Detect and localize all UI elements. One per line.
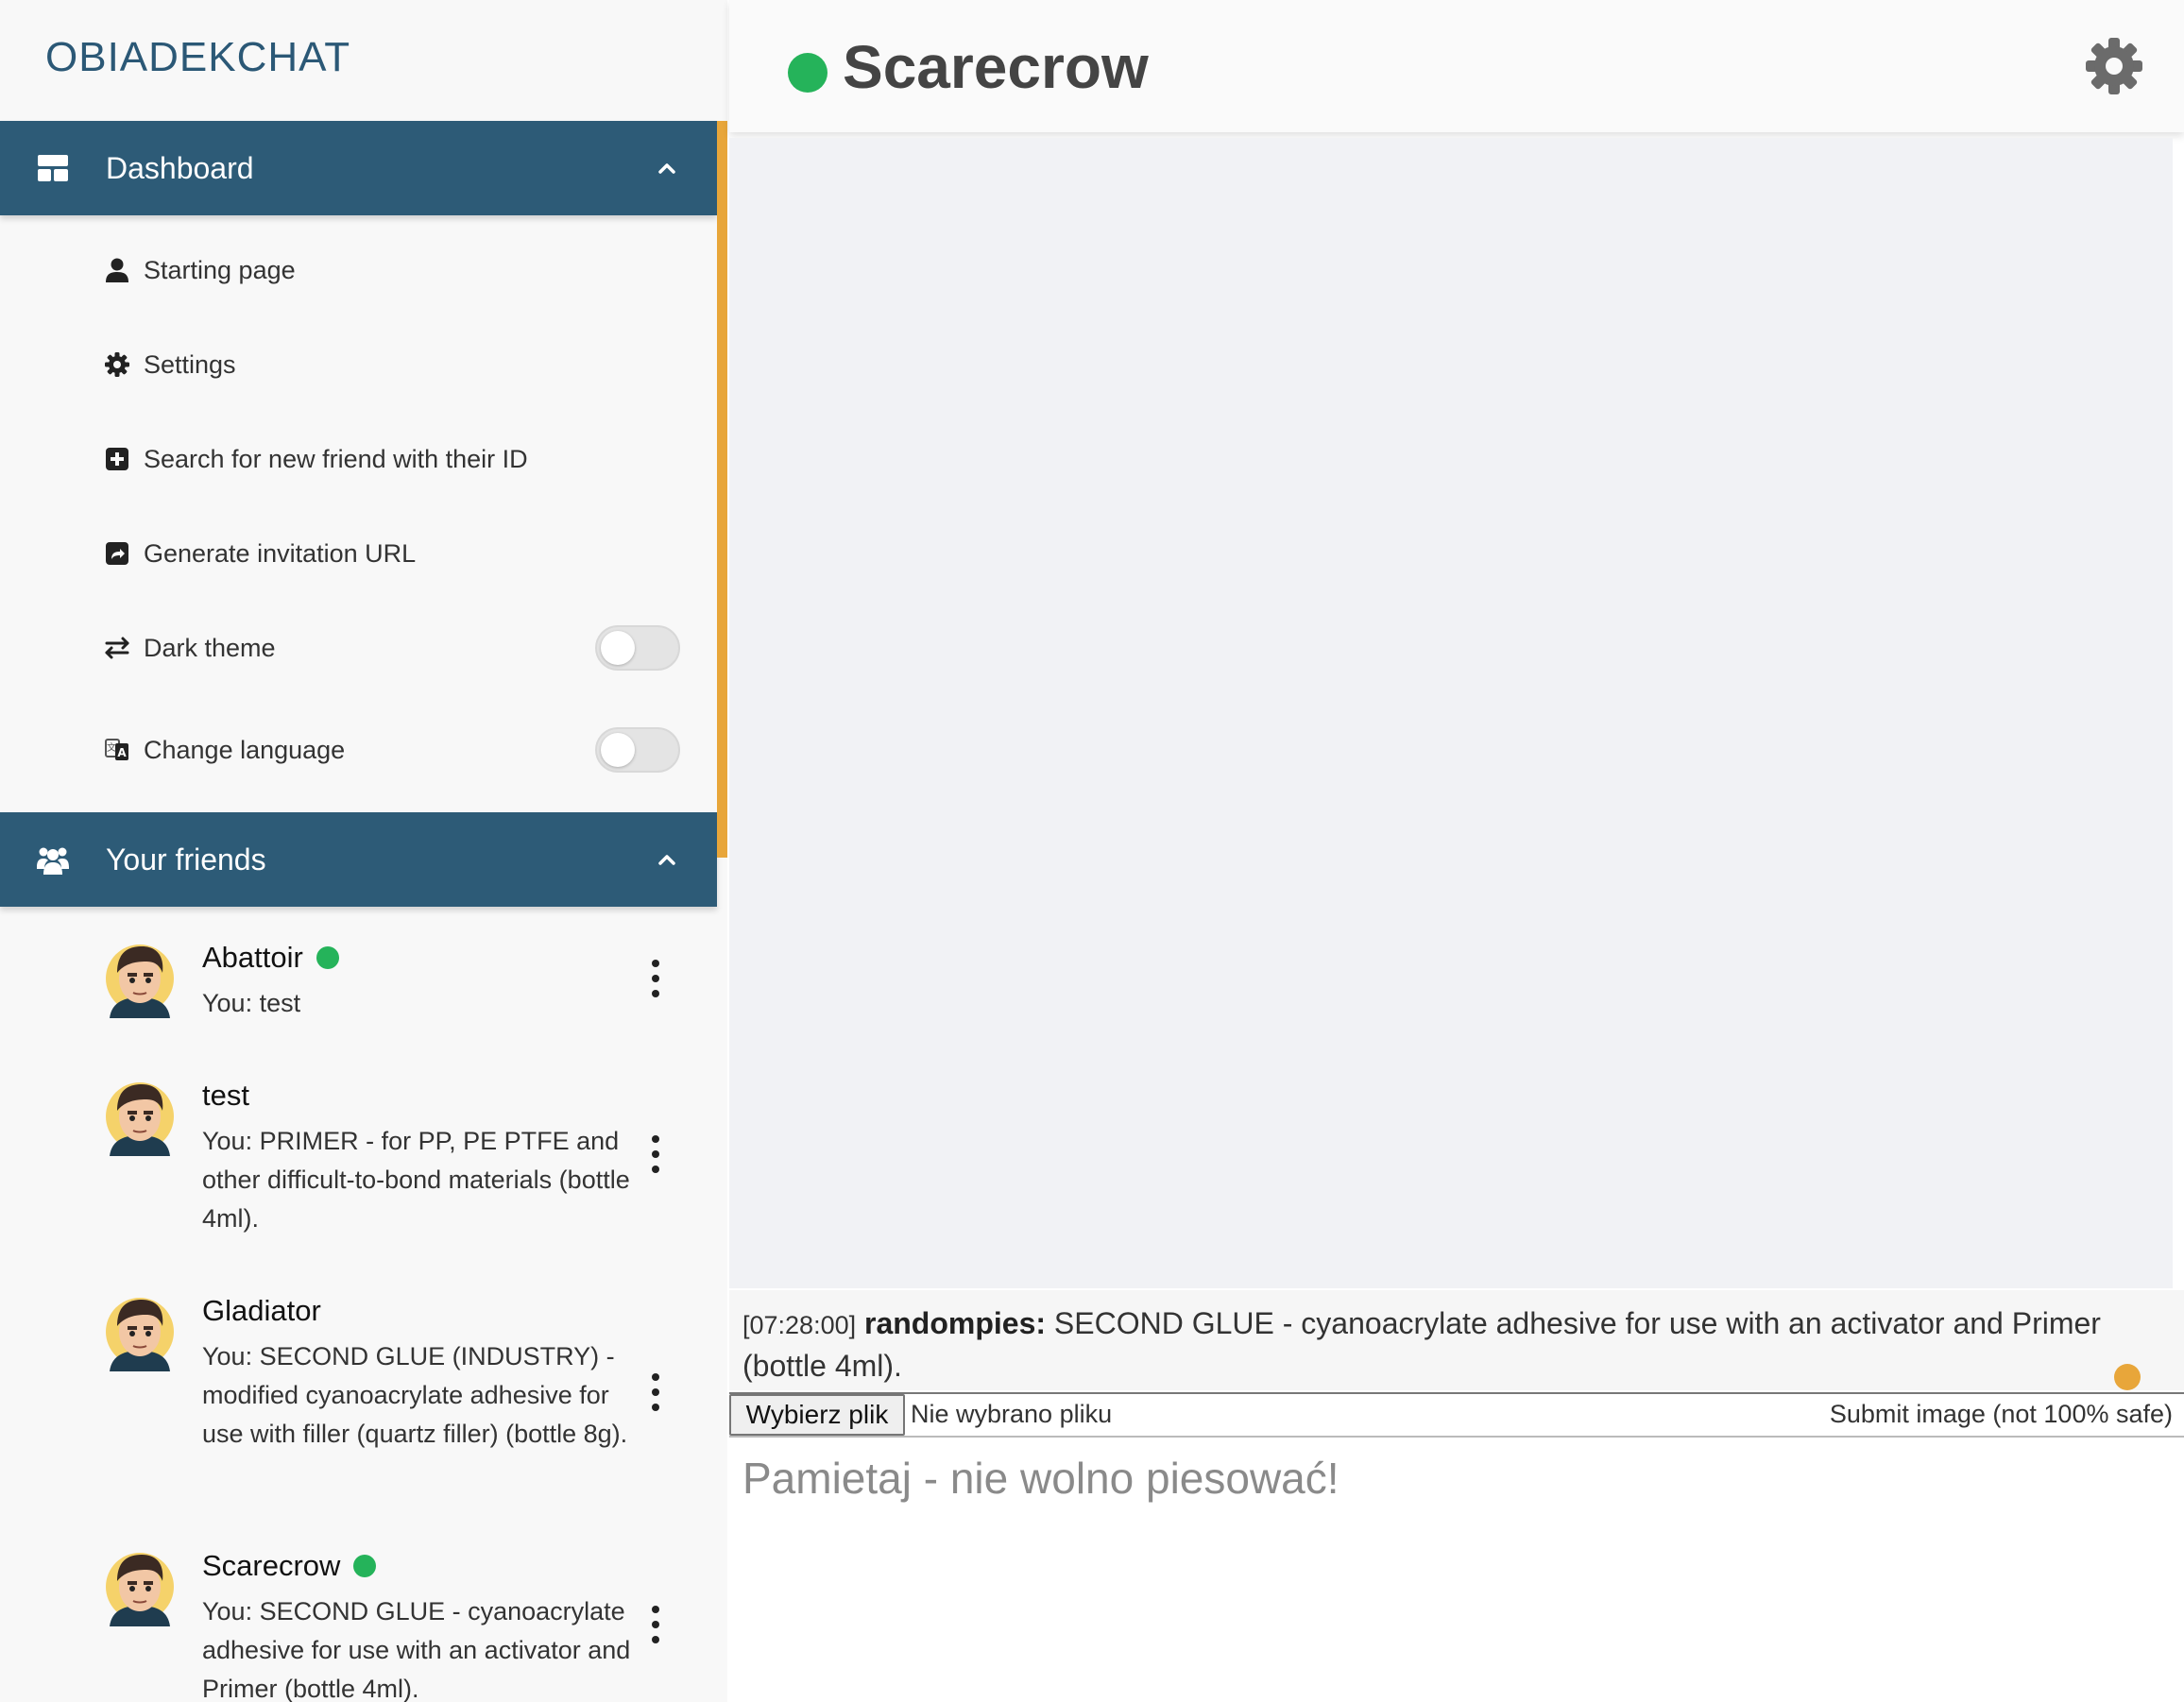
dashboard-header[interactable]: Dashboard (0, 121, 717, 215)
svg-text:A: A (117, 746, 127, 759)
chevron-up-icon[interactable] (654, 846, 680, 873)
friends-header[interactable]: Your friends (0, 812, 717, 907)
typing-indicator (2114, 1364, 2141, 1390)
sidebar-item-invitation-url[interactable]: Generate invitation URL (0, 506, 717, 601)
dashboard-title: Dashboard (106, 150, 254, 185)
gear-icon (105, 352, 129, 377)
chat-header: Scarecrow (729, 0, 2184, 132)
sidebar-item-change-language[interactable]: A 文 Change language (0, 703, 717, 797)
brand-logo: OBIADEKCHAT (45, 34, 351, 80)
sidebar-item-search-friend[interactable]: Search for new friend with their ID (0, 412, 717, 506)
friend-name: Abattoir (202, 941, 339, 975)
chevron-up-icon[interactable] (654, 155, 680, 181)
dashboard-icon (38, 155, 68, 181)
swap-arrows-icon (105, 637, 129, 659)
svg-text:文: 文 (107, 741, 116, 754)
submit-image-button[interactable]: Submit image (not 100% safe) (1830, 1400, 2173, 1429)
message-composer (729, 1439, 2184, 1702)
avatar (106, 1298, 174, 1371)
avatar (106, 1553, 174, 1626)
sidebar-item-dark-theme[interactable]: Dark theme (0, 601, 717, 695)
message-input[interactable] (742, 1453, 2159, 1679)
friend-last-message: You: PRIMER - for PP, PE PTFE and other … (202, 1127, 630, 1233)
file-status-text: Nie wybrano pliku (911, 1400, 1113, 1428)
friend-last-message: You: SECOND GLUE (INDUSTRY) - modified c… (202, 1342, 628, 1448)
online-status-dot (353, 1555, 377, 1577)
friend-last-message: You: test (202, 989, 301, 1017)
choose-file-button[interactable]: Wybierz plik (729, 1394, 905, 1436)
chat-history-area (729, 138, 2173, 1288)
friend-last-message: You: SECOND GLUE - cyanoacrylate adhesiv… (202, 1597, 631, 1702)
dark-theme-toggle[interactable] (595, 625, 680, 671)
plus-square-icon (106, 448, 128, 470)
online-status-dot (788, 53, 828, 93)
sidebar-item-label: Settings (144, 349, 236, 379)
more-options-icon[interactable] (644, 1133, 667, 1175)
change-language-toggle[interactable] (595, 727, 680, 773)
sidebar-scrollbar[interactable] (717, 121, 727, 858)
sidebar: OBIADEKCHAT Dashboard Starting page Sett… (0, 0, 727, 1702)
online-status-dot (316, 946, 339, 969)
friend-name: Scarecrow (202, 1549, 377, 1583)
message-list: [07:28:00] randompies: SECOND GLUE - cya… (729, 1290, 2184, 1390)
users-icon (37, 847, 69, 875)
more-options-icon[interactable] (644, 958, 667, 999)
friend-name: Gladiator (202, 1294, 321, 1327)
language-icon: A 文 (105, 739, 128, 760)
image-upload-row: Wybierz plik Nie wybrano pliku Submit im… (729, 1392, 2184, 1438)
friend-item-scarecrow[interactable]: Scarecrow You: SECOND GLUE - cyanoacryla… (0, 1549, 717, 1702)
sidebar-item-settings[interactable]: Settings (0, 317, 717, 412)
friend-item-gladiator[interactable]: Gladiator You: SECOND GLUE (INDUSTRY) - … (0, 1294, 717, 1521)
share-icon (106, 542, 128, 565)
more-options-icon[interactable] (644, 1371, 667, 1413)
friend-item-test[interactable]: test You: PRIMER - for PP, PE PTFE and o… (0, 1079, 717, 1268)
chat-title: Scarecrow (843, 33, 1149, 101)
friend-item-abattoir[interactable]: Abattoir You: test (0, 941, 717, 1064)
sidebar-item-label: Search for new friend with their ID (144, 444, 528, 473)
sidebar-item-label: Change language (144, 735, 346, 764)
toggle-knob (601, 733, 635, 767)
sidebar-item-label: Starting page (144, 255, 296, 284)
gear-icon[interactable] (2084, 36, 2144, 96)
avatar (106, 945, 174, 1018)
toggle-knob (601, 631, 635, 665)
avatar (106, 1082, 174, 1156)
more-options-icon[interactable] (644, 1604, 667, 1645)
sidebar-item-starting-page[interactable]: Starting page (0, 223, 717, 317)
friend-name: test (202, 1079, 249, 1112)
user-icon (106, 258, 128, 282)
chat-message: [07:28:00] randompies: SECOND GLUE - cya… (742, 1303, 2159, 1387)
message-timestamp: [07:28:00] (742, 1311, 857, 1339)
sidebar-item-label: Dark theme (144, 633, 276, 662)
message-author: randompies: (864, 1306, 1047, 1340)
friends-title: Your friends (106, 842, 266, 877)
sidebar-item-label: Generate invitation URL (144, 538, 417, 568)
